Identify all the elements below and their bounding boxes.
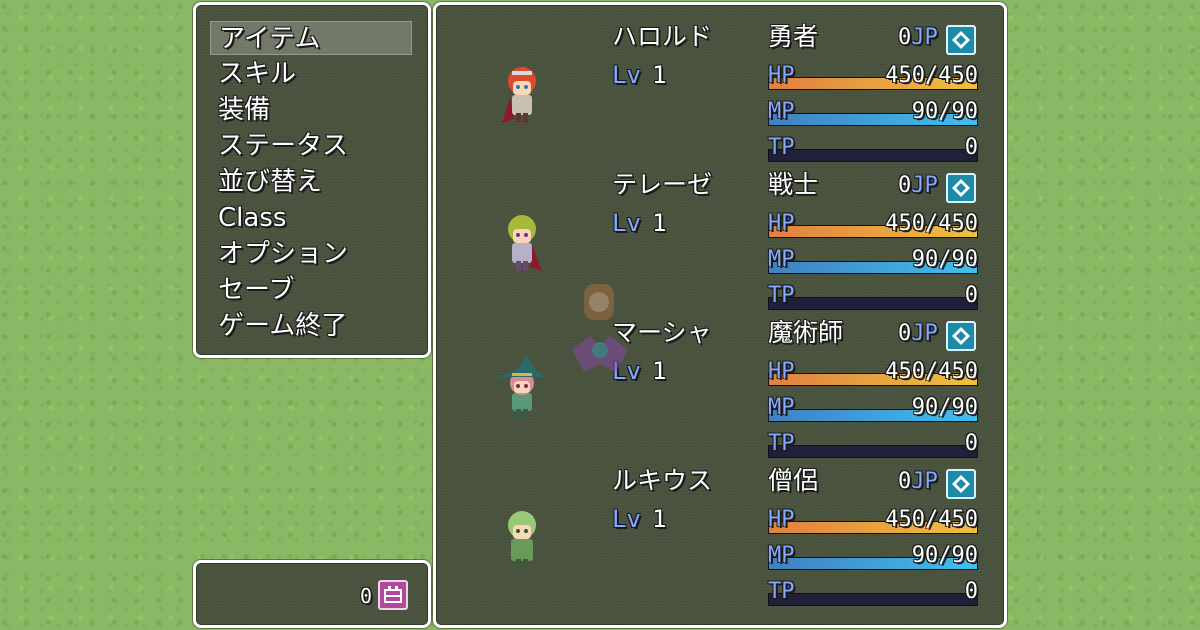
hp-value: 450/450 bbox=[885, 211, 978, 236]
jp-value: 0JP bbox=[898, 173, 938, 198]
actor-class: 魔術師 bbox=[768, 318, 844, 347]
level-value: 1 bbox=[652, 357, 667, 385]
hp-label: HP bbox=[768, 211, 795, 236]
jp-diamond-icon bbox=[946, 25, 976, 55]
hp-gauge: HP 450/450 bbox=[768, 61, 978, 93]
hp-gauge: HP 450/450 bbox=[768, 505, 978, 537]
actor-sprite-hero-icon bbox=[502, 67, 536, 123]
mp-value: 90/90 bbox=[911, 543, 978, 568]
level-value: 1 bbox=[652, 61, 667, 89]
jp-value: 0JP bbox=[898, 469, 938, 494]
level-label: Lv bbox=[612, 61, 641, 89]
gold-icon bbox=[378, 580, 408, 610]
tp-label: TP bbox=[768, 579, 795, 604]
actor-row-3[interactable]: マーシャ Lv 1 魔術師 0JP HP 450/450 MP 90/90 TP… bbox=[436, 301, 1004, 458]
level-label: Lv bbox=[612, 209, 641, 237]
hp-label: HP bbox=[768, 359, 795, 384]
menu-item-formation[interactable]: 並び替え bbox=[210, 165, 412, 199]
party-status-window: ハロルド Lv 1 勇者 0JP HP 450/450 MP 90/90 TP … bbox=[433, 2, 1007, 628]
hp-label: HP bbox=[768, 507, 795, 532]
mp-gauge: MP 90/90 bbox=[768, 393, 978, 425]
actor-class: 僧侶 bbox=[768, 466, 819, 495]
menu-item-item[interactable]: アイテム bbox=[210, 21, 412, 55]
mp-value: 90/90 bbox=[911, 395, 978, 420]
hp-value: 450/450 bbox=[885, 359, 978, 384]
jp-diamond-icon bbox=[946, 173, 976, 203]
gold-value: 0 bbox=[359, 584, 372, 608]
faint-monster-sprite-icon bbox=[572, 284, 628, 372]
jp-value: 0JP bbox=[898, 25, 938, 50]
mp-value: 90/90 bbox=[911, 247, 978, 272]
mp-label: MP bbox=[768, 543, 795, 568]
mp-gauge: MP 90/90 bbox=[768, 245, 978, 277]
actor-class: 戦士 bbox=[768, 170, 819, 199]
menu-item-class[interactable]: Class bbox=[210, 201, 412, 235]
jp-diamond-icon bbox=[946, 321, 976, 351]
actor-sprite-warrior-icon bbox=[508, 215, 542, 271]
hp-gauge: HP 450/450 bbox=[768, 209, 978, 241]
level-value: 1 bbox=[652, 209, 667, 237]
mp-gauge: MP 90/90 bbox=[768, 97, 978, 129]
actor-name: ルキウス bbox=[612, 466, 713, 495]
level-value: 1 bbox=[652, 505, 667, 533]
menu-item-options[interactable]: オプション bbox=[210, 237, 412, 271]
menu-item-equip[interactable]: 装備 bbox=[210, 93, 412, 127]
actor-name: テレーゼ bbox=[612, 170, 713, 199]
jp-value: 0JP bbox=[898, 321, 938, 346]
menu-item-save[interactable]: セーブ bbox=[210, 273, 412, 307]
actor-row-2[interactable]: テレーゼ Lv 1 戦士 0JP HP 450/450 MP 90/90 TP … bbox=[436, 153, 1004, 310]
command-menu-window: アイテム スキル 装備 ステータス 並び替え Class オプション セーブ ゲ… bbox=[193, 2, 431, 358]
hp-value: 450/450 bbox=[885, 63, 978, 88]
mp-value: 90/90 bbox=[911, 99, 978, 124]
actor-row-4[interactable]: ルキウス Lv 1 僧侶 0JP HP 450/450 MP 90/90 TP … bbox=[436, 449, 1004, 606]
menu-item-game-end[interactable]: ゲーム終了 bbox=[210, 309, 412, 343]
tp-value: 0 bbox=[964, 579, 978, 604]
gold-window: 0 bbox=[193, 560, 431, 628]
actor-sprite-mage-icon bbox=[498, 355, 546, 419]
hp-gauge: HP 450/450 bbox=[768, 357, 978, 389]
mp-label: MP bbox=[768, 99, 795, 124]
actor-row-1[interactable]: ハロルド Lv 1 勇者 0JP HP 450/450 MP 90/90 TP … bbox=[436, 5, 1004, 162]
menu-item-skill[interactable]: スキル bbox=[210, 57, 412, 91]
jp-diamond-icon bbox=[946, 469, 976, 499]
mp-gauge: MP 90/90 bbox=[768, 541, 978, 573]
actor-name: ハロルド bbox=[612, 22, 713, 51]
tp-gauge: TP 0 bbox=[768, 577, 978, 609]
hp-label: HP bbox=[768, 63, 795, 88]
mp-label: MP bbox=[768, 247, 795, 272]
actor-sprite-priest-icon bbox=[508, 511, 536, 567]
mp-label: MP bbox=[768, 395, 795, 420]
level-label: Lv bbox=[612, 505, 641, 533]
hp-value: 450/450 bbox=[885, 507, 978, 532]
menu-item-status[interactable]: ステータス bbox=[210, 129, 412, 163]
actor-class: 勇者 bbox=[768, 22, 819, 51]
